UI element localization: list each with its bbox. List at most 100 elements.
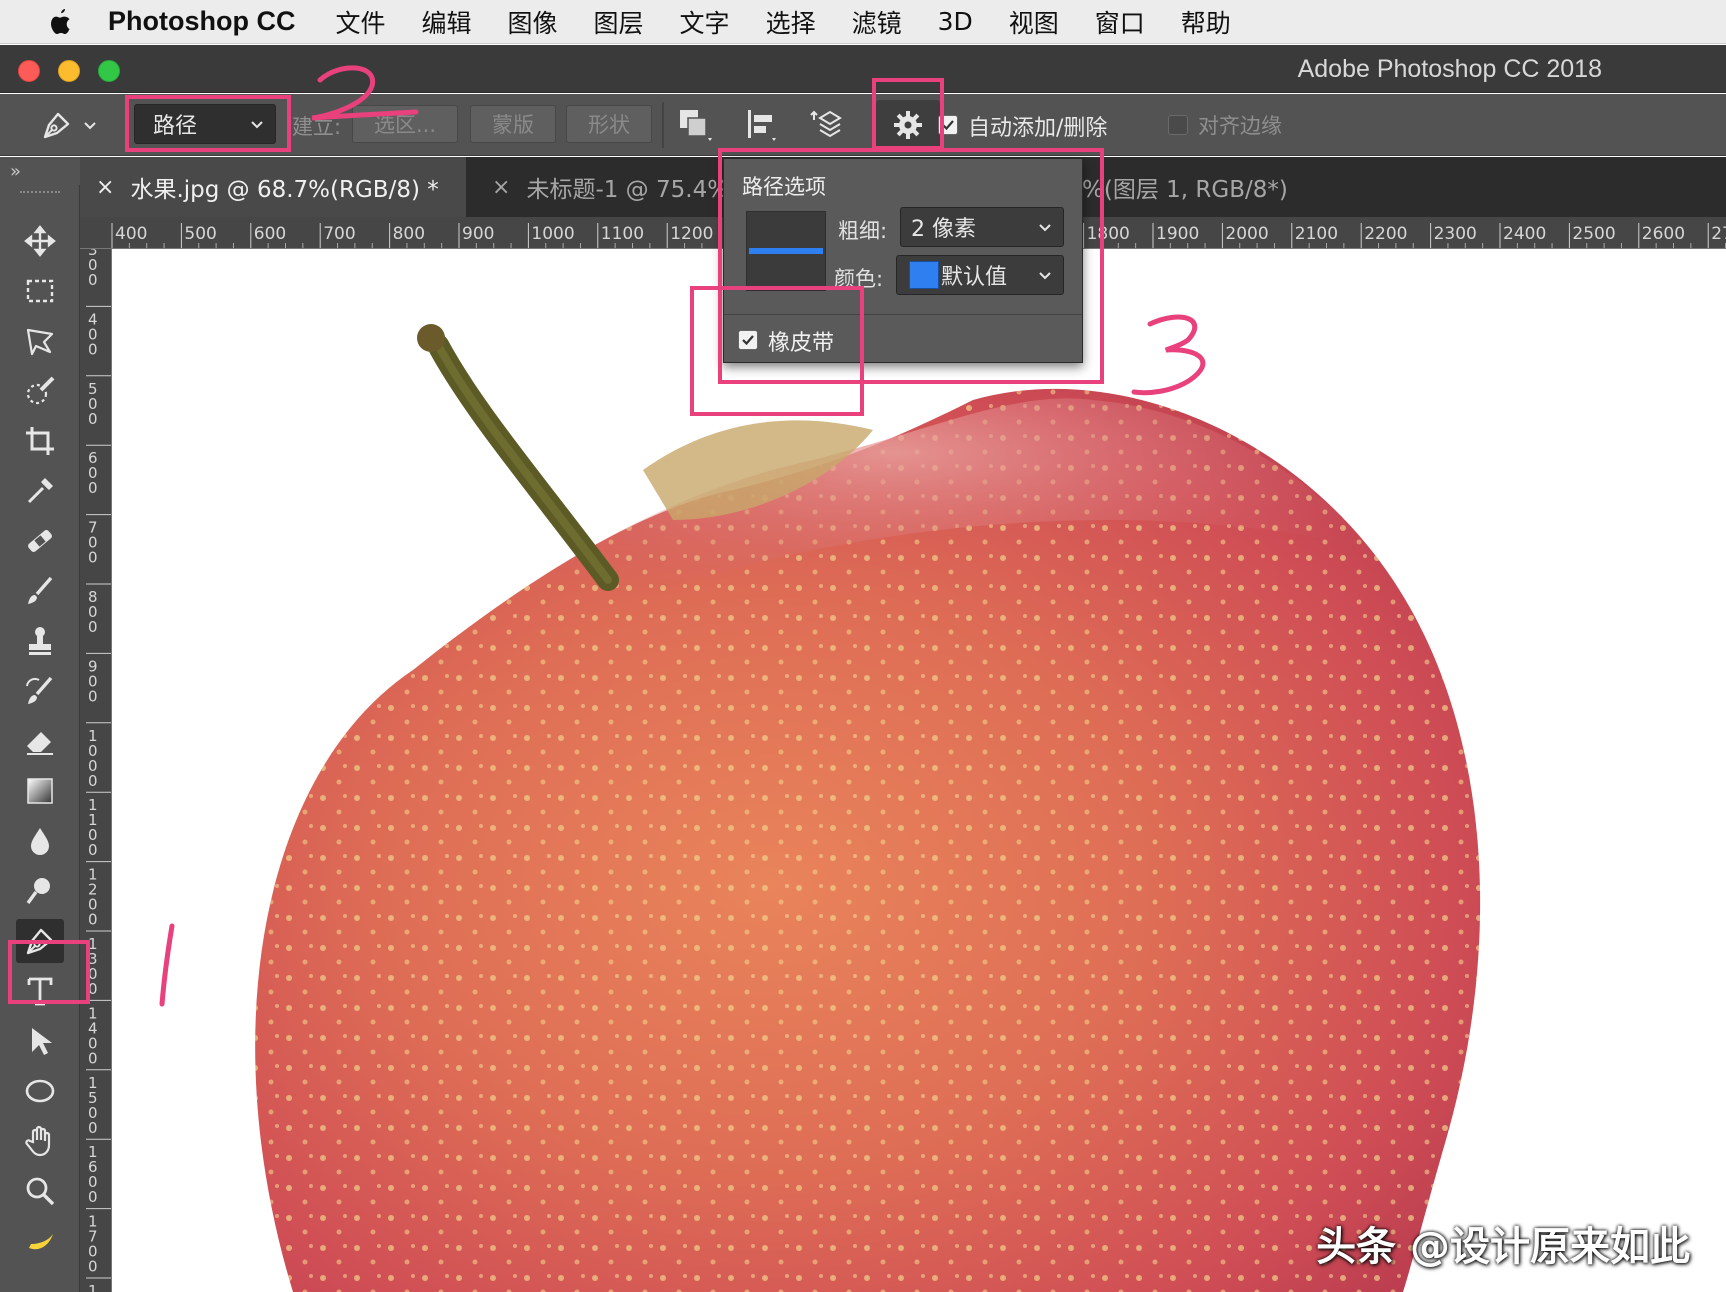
ellipse-icon xyxy=(25,1079,55,1103)
tools-panel xyxy=(0,185,80,1292)
document-canvas[interactable]: 头条 @设计原来如此 xyxy=(113,250,1726,1292)
ellipse-tool[interactable] xyxy=(16,1069,64,1113)
banana-icon xyxy=(29,1234,53,1250)
ruler-label-digit: 0 xyxy=(88,911,98,929)
document-tab[interactable]: %(图层 1, RGB/8*) xyxy=(1080,157,1380,217)
panel-grip[interactable] xyxy=(20,191,60,197)
make-mask-button[interactable]: 蒙版 xyxy=(470,105,556,143)
rectangular-marquee-icon xyxy=(26,279,54,303)
hand-icon xyxy=(25,1125,51,1157)
menu-edit[interactable]: 编辑 xyxy=(422,4,472,40)
magnifier-icon xyxy=(26,1177,55,1206)
ruler-label-digit: 0 xyxy=(88,1119,98,1137)
zoom-tool[interactable] xyxy=(16,1169,64,1213)
menu-type[interactable]: 文字 xyxy=(680,4,730,40)
brush-icon xyxy=(28,576,53,604)
eraser-icon xyxy=(27,732,53,755)
path-operations-icon xyxy=(680,110,712,141)
tool-preset-picker[interactable] xyxy=(40,106,104,144)
apple-menu-icon[interactable] xyxy=(40,7,80,37)
tab-label: 水果.jpg @ 68.7%(RGB/8) * xyxy=(130,177,439,203)
apple-photo xyxy=(255,324,1481,1292)
brush-tool[interactable] xyxy=(16,569,64,613)
marquee-tool[interactable] xyxy=(16,269,64,313)
blur-tool[interactable] xyxy=(16,819,64,863)
menu-image[interactable]: 图像 xyxy=(508,4,558,40)
app-name-menu[interactable]: Photoshop CC xyxy=(108,6,295,37)
vertical-ruler-ticks: 3004005006007008009001000110012001300140… xyxy=(86,249,111,1292)
ruler-label: 900 xyxy=(462,224,494,244)
move-tool[interactable] xyxy=(16,219,64,263)
ruler-label: 2600 xyxy=(1642,224,1685,244)
minimize-window-button[interactable] xyxy=(58,60,80,82)
eyedropper-tool[interactable] xyxy=(16,469,64,513)
ruler-label: 1900 xyxy=(1156,224,1199,244)
watermark: 头条 @设计原来如此 xyxy=(1316,1224,1690,1270)
tab-close-icon[interactable]: × xyxy=(492,175,510,200)
ruler-label-digit: 0 xyxy=(88,687,98,705)
drop-icon xyxy=(31,828,49,855)
ruler-label: 1100 xyxy=(601,224,644,244)
path-operations-button[interactable] xyxy=(674,104,718,146)
lasso-tool[interactable] xyxy=(16,319,64,363)
quick-selection-tool[interactable] xyxy=(16,369,64,413)
ruler-label: 2200 xyxy=(1364,224,1407,244)
path-alignment-button[interactable] xyxy=(742,104,786,146)
ruler-label-digit: 0 xyxy=(88,772,98,790)
crop-tool[interactable] xyxy=(16,419,64,463)
tab-close-icon[interactable]: × xyxy=(96,175,114,200)
ruler-label: 2100 xyxy=(1295,224,1338,244)
ruler-label: 2400 xyxy=(1503,224,1546,244)
ruler-label: 600 xyxy=(254,224,286,244)
dodge-tool[interactable] xyxy=(16,869,64,913)
menu-help[interactable]: 帮助 xyxy=(1181,4,1231,40)
ruler-label: 2300 xyxy=(1434,224,1477,244)
annotation-box-mode-select xyxy=(125,95,291,152)
eyedropper-icon xyxy=(27,478,53,504)
menu-select[interactable]: 选择 xyxy=(766,4,816,40)
ruler-label-digit: 0 xyxy=(88,1049,98,1067)
annotation-box-rubber-band xyxy=(690,286,864,416)
ruler-label-digit: 0 xyxy=(88,340,98,358)
chevron-down-icon xyxy=(84,122,96,130)
ruler-label-digit: 0 xyxy=(88,479,98,497)
gradient-icon xyxy=(27,778,53,804)
ruler-label-digit: 0 xyxy=(88,841,98,859)
tab-label: %(图层 1, RGB/8*) xyxy=(1082,177,1288,203)
menu-filter[interactable]: 滤镜 xyxy=(852,4,902,40)
menu-window[interactable]: 窗口 xyxy=(1095,4,1145,40)
ruler-label: 1200 xyxy=(670,224,713,244)
menu-3d[interactable]: 3D xyxy=(938,7,973,36)
path-arrangement-button[interactable] xyxy=(806,104,850,146)
ruler-label: 800 xyxy=(393,224,425,244)
align-edges-label: 对齐边缘 xyxy=(1198,114,1282,138)
document-tab-active[interactable]: × 水果.jpg @ 68.7%(RGB/8) * xyxy=(80,157,466,217)
zoom-window-button[interactable] xyxy=(98,60,120,82)
menu-view[interactable]: 视图 xyxy=(1009,4,1059,40)
window-titlebar: Adobe Photoshop CC 2018 xyxy=(0,45,1726,93)
gradient-tool[interactable] xyxy=(16,769,64,813)
extra-tools[interactable] xyxy=(16,1217,64,1261)
history-brush-tool[interactable] xyxy=(16,669,64,713)
menu-layer[interactable]: 图层 xyxy=(594,4,644,40)
ruler-label: 2000 xyxy=(1225,224,1268,244)
hand-tool[interactable] xyxy=(16,1119,64,1163)
path-selection-tool[interactable] xyxy=(16,1019,64,1063)
dodge-icon xyxy=(26,878,50,904)
ruler-label: 500 xyxy=(184,224,216,244)
align-edges-checkbox[interactable] xyxy=(1168,115,1188,135)
annotation-box-gear xyxy=(872,78,944,150)
eraser-tool[interactable] xyxy=(16,719,64,763)
ruler-label: 2500 xyxy=(1572,224,1615,244)
menu-file[interactable]: 文件 xyxy=(335,4,385,40)
ruler-label-digit: 0 xyxy=(88,1258,98,1276)
tab-label: 未标题-1 @ 75.4%( xyxy=(526,177,739,203)
clone-stamp-tool[interactable] xyxy=(16,619,64,663)
make-shape-button[interactable]: 形状 xyxy=(566,105,652,143)
auto-add-delete-label: 自动添加/删除 xyxy=(968,116,1108,141)
ruler-label: 700 xyxy=(323,224,355,244)
healing-brush-tool[interactable] xyxy=(16,519,64,563)
close-window-button[interactable] xyxy=(18,60,40,82)
quick-selection-icon xyxy=(26,376,55,405)
ruler-label: 1000 xyxy=(531,224,574,244)
